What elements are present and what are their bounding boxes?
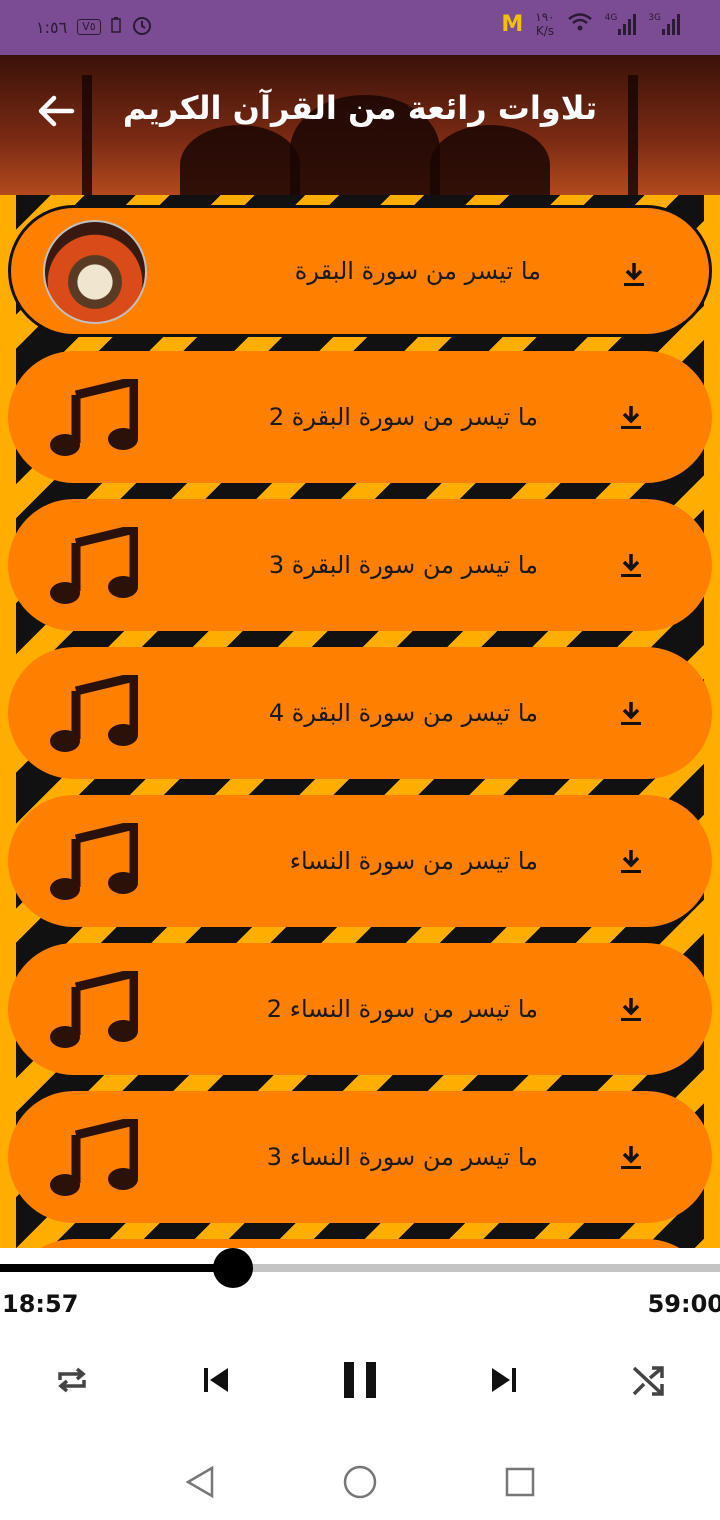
total-time: 59:00 [647,1290,720,1318]
music-note-icon [50,527,138,604]
wifi-icon [567,12,593,36]
system-nav-bar [0,1440,720,1520]
speed-value: ١٩٠ [535,10,555,24]
repeat-icon [58,1367,86,1393]
music-note-icon [50,1119,138,1196]
track-item[interactable]: ما تيسر من سورة النساء 2 [8,943,712,1075]
network-speed: ١٩٠ K/s [535,10,554,38]
download-button[interactable] [608,545,654,585]
clock: ١:٥٦ [36,17,68,37]
track-item-partial[interactable] [8,1239,712,1248]
track-title: ما تيسر من سورة النساء 3 [158,1091,538,1223]
download-icon [621,702,641,725]
dome-decoration [180,125,300,195]
repeat-button[interactable] [44,1354,100,1406]
seek-progress [0,1264,234,1272]
back-button[interactable] [30,85,82,137]
track-title: ما تيسر من سورة النساء [158,795,538,927]
status-right: M ١٩٠ K/s 4G 3G [501,10,680,38]
nav-back-button[interactable] [178,1460,222,1504]
speed-unit: K/s [535,24,554,38]
signal-3g-icon [662,13,680,35]
signal-3g-label: 3G [648,13,661,23]
recents-square-icon [505,1467,535,1497]
download-icon [621,998,641,1021]
media-player: 18:57 59:00 [0,1248,720,1440]
track-title-text: ما تيسر من سورة النساء 3 [266,1143,538,1171]
next-button[interactable] [476,1354,532,1406]
pause-button[interactable] [332,1354,388,1406]
track-list[interactable]: ما تيسر من سورة البقرة ما تيسر من سورة ا… [0,195,720,1248]
track-title: ما تيسر من سورة البقرة 4 [158,647,538,779]
track-title-text: ما تيسر من سورة النساء 2 [266,995,538,1023]
app-header: تلاوات رائعة من القرآن الكريم [0,55,720,195]
app-notification-icon: M [501,11,524,37]
track-title-text: ما تيسر من سورة البقرة 4 [268,699,538,727]
track-item[interactable]: ما تيسر من سورة البقرة 4 [8,647,712,779]
track-title-text: ما تيسر من سورة البقرة [294,257,541,285]
download-icon [621,1146,641,1169]
track-title-text: ما تيسر من سورة البقرة 3 [268,551,538,579]
shuffle-icon [632,1366,664,1396]
seek-thumb[interactable] [213,1248,254,1288]
minaret-decoration [628,75,638,195]
download-icon [621,406,641,429]
dome-decoration [430,125,550,195]
music-note-icon [50,823,138,900]
download-button[interactable] [611,254,657,294]
download-button[interactable] [608,989,654,1029]
track-item[interactable]: ما تيسر من سورة النساء [8,795,712,927]
track-item[interactable]: ما تيسر من سورة البقرة 2 [8,351,712,483]
music-note-icon [50,675,138,752]
music-note-icon [50,379,138,456]
previous-button[interactable] [188,1354,244,1406]
track-title: ما تيسر من سورة النساء 2 [158,943,538,1075]
alarm-icon [131,14,153,40]
current-time: 18:57 [2,1290,79,1318]
track-title: ما تيسر من سورة البقرة 3 [158,499,538,631]
vo-badge: V٥ [77,19,101,35]
home-circle-icon [343,1465,377,1499]
signal-4g-icon [618,13,637,35]
shuffle-button[interactable] [620,1354,676,1406]
skip-next-icon [492,1368,516,1392]
nav-home-button[interactable] [338,1460,382,1504]
signal-3g: 3G [648,13,680,35]
track-item[interactable]: ما تيسر من سورة البقرة [8,205,712,337]
arrow-left-icon [38,95,75,127]
minaret-decoration [82,75,92,195]
track-title: ما تيسر من سورة البقرة [161,208,541,334]
music-note-icon [50,971,138,1048]
track-item[interactable]: ما تيسر من سورة النساء 3 [8,1091,712,1223]
battery-icon [110,17,121,37]
download-icon [621,554,641,577]
track-title-text: ما تيسر من سورة النساء [289,847,538,875]
download-icon [624,263,644,286]
download-button[interactable] [608,1137,654,1177]
signal-4g: 4G [605,13,637,35]
signal-4g-label: 4G [604,13,618,23]
download-icon [621,850,641,873]
back-triangle-icon [185,1465,214,1499]
track-title-text: ما تيسر من سورة البقرة 2 [268,403,538,431]
status-left: ١:٥٦ V٥ [36,14,153,40]
skip-previous-icon [204,1368,228,1392]
nav-recents-button[interactable] [498,1460,542,1504]
page-title: تلاوات رائعة من القرآن الكريم [122,89,598,127]
download-button[interactable] [608,841,654,881]
reciter-avatar [43,220,147,324]
track-title: ما تيسر من سورة البقرة 2 [158,351,538,483]
download-button[interactable] [608,397,654,437]
pause-icon [344,1362,376,1398]
download-button[interactable] [608,693,654,733]
seek-bar[interactable] [0,1248,720,1288]
track-item[interactable]: ما تيسر من سورة البقرة 3 [8,499,712,631]
status-bar: ١:٥٦ V٥ M ١٩٠ K/s 4G 3G [0,0,720,55]
